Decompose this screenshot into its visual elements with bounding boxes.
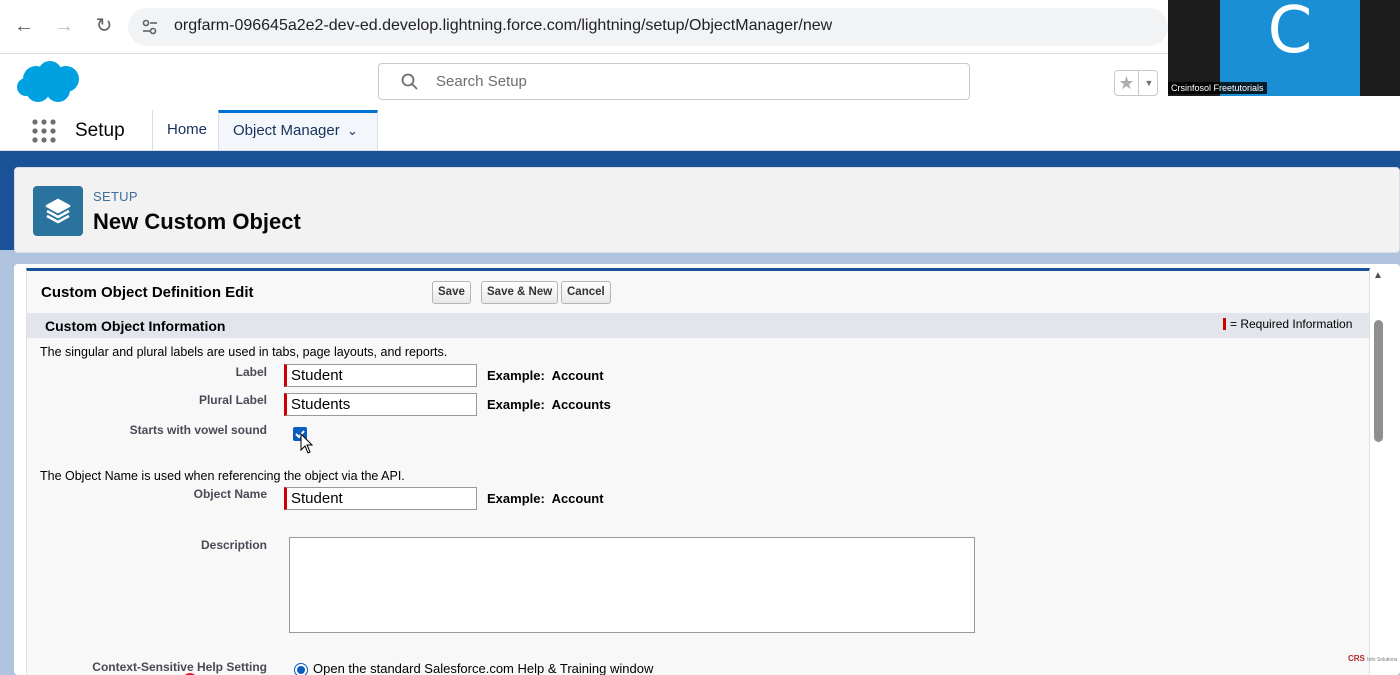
page-header: SETUP New Custom Object [14, 167, 1400, 253]
app-launcher-icon[interactable] [32, 119, 56, 143]
object-name-example: Example: Account [487, 491, 604, 506]
app-navigation: Setup Home Object Manager ⌄ [0, 110, 1400, 151]
example-prefix: Example: [487, 397, 545, 412]
mouse-cursor-icon [300, 433, 314, 454]
scroll-thumb[interactable] [1374, 320, 1383, 442]
required-legend: = Required Information [1230, 317, 1353, 331]
help-setting-option-label: Open the standard Salesforce.com Help & … [313, 661, 654, 675]
example-value: Account [551, 491, 604, 506]
custom-object-form: Custom Object Definition Edit Save Save … [26, 268, 1370, 675]
tab-object-manager[interactable]: Object Manager ⌄ [218, 110, 378, 150]
chevron-down-icon[interactable]: ▼ [1140, 71, 1158, 95]
cancel-button[interactable]: Cancel [561, 281, 611, 304]
forward-arrow-icon[interactable]: → [52, 14, 76, 38]
favorites-group: ★ ▼ [1114, 70, 1158, 96]
watermark-tagline: Info Solutions [1367, 657, 1398, 663]
label-field-label: Label [235, 365, 267, 379]
plural-label-example: Example: Accounts [487, 397, 611, 412]
example-prefix: Example: [487, 368, 545, 383]
required-marker [1223, 318, 1226, 330]
salesforce-cloud-logo[interactable] [16, 59, 82, 105]
tab-home[interactable]: Home [152, 110, 221, 150]
search-placeholder: Search Setup [436, 73, 527, 90]
vowel-sound-label: Starts with vowel sound [129, 423, 267, 437]
channel-watermark: CRS Info Solutions [1348, 654, 1397, 663]
example-value: Account [551, 368, 604, 383]
url-text[interactable]: orgfarm-096645a2e2-dev-ed.develop.lightn… [174, 17, 832, 35]
page-eyebrow: SETUP [93, 189, 138, 204]
reload-icon[interactable]: ↻ [92, 14, 116, 38]
object-name-input[interactable] [284, 487, 477, 510]
search-icon [401, 73, 418, 90]
label-example: Example: Account [487, 368, 604, 383]
section-header: Custom Object Information = Required Inf… [27, 313, 1369, 338]
save-and-new-button[interactable]: Save & New [481, 281, 559, 304]
plural-label-field-label: Plural Label [198, 393, 267, 407]
tab-object-manager-label: Object Manager [233, 122, 340, 139]
example-value: Accounts [551, 397, 611, 412]
help-setting-radio[interactable] [294, 663, 308, 675]
participant-name: Crsinfosol Freetutorials [1168, 82, 1267, 94]
description-label: Description [200, 538, 267, 552]
back-arrow-icon[interactable]: ← [12, 14, 36, 38]
section-title: Custom Object Information [45, 318, 226, 334]
site-settings-icon[interactable] [140, 17, 160, 37]
plural-label-input[interactable] [284, 393, 477, 416]
avatar-letter: C [1267, 0, 1313, 68]
star-icon[interactable]: ★ [1115, 71, 1139, 95]
watermark-brand: CRS [1348, 654, 1365, 663]
label-input[interactable] [284, 364, 477, 387]
search-setup-input[interactable]: Search Setup [378, 63, 970, 100]
form-title: Custom Object Definition Edit [41, 284, 254, 301]
page-scrollbar[interactable]: ▲ [1370, 268, 1386, 675]
description-textarea[interactable] [289, 537, 975, 633]
help-setting-label: Context-Sensitive Help Setting [92, 660, 267, 674]
labels-help-text: The singular and plural labels are used … [40, 345, 448, 359]
app-name: Setup [75, 120, 125, 141]
scroll-up-arrow-icon[interactable]: ▲ [1373, 270, 1383, 281]
radio-selected-dot [297, 666, 305, 674]
save-button[interactable]: Save [432, 281, 471, 304]
example-prefix: Example: [487, 491, 545, 506]
chevron-down-icon[interactable]: ⌄ [347, 113, 358, 149]
api-help-text: The Object Name is used when referencing… [40, 469, 405, 483]
layers-icon [33, 186, 83, 236]
page-title: New Custom Object [93, 209, 301, 234]
object-name-label: Object Name [193, 487, 267, 501]
webcam-overlay: C Crsinfosol Freetutorials [1168, 0, 1400, 96]
